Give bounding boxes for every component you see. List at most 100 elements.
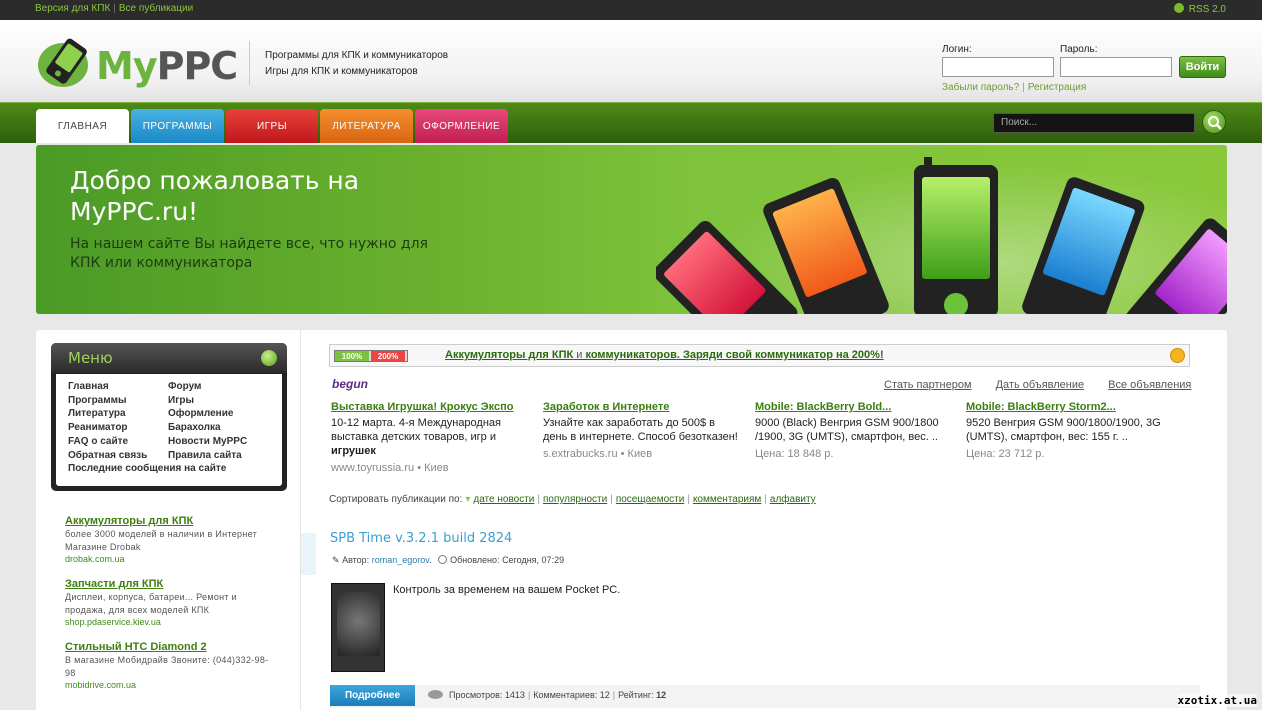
tagline-line-2: Игры для КПК и коммуникаторов <box>265 66 418 77</box>
site-logo[interactable]: MyPPC <box>36 34 238 92</box>
sort-by-comments[interactable]: комментариям <box>693 494 761 505</box>
begun-ads: Выставка Игрушка! Крокус Экспо 10-12 мар… <box>331 401 1191 481</box>
battery-icon: 100% 200% <box>334 350 408 362</box>
rating-value: 12 <box>656 690 667 700</box>
sidebar-ad-title[interactable]: Аккумуляторы для КПК <box>65 515 275 527</box>
login-button[interactable]: Войти <box>1179 56 1226 78</box>
tab-games[interactable]: ИГРЫ <box>226 109 318 143</box>
tab-literature[interactable]: ЛИТЕРАТУРА <box>320 109 413 143</box>
register-link[interactable]: Регистрация <box>1028 82 1086 93</box>
menu-item-last-messages[interactable]: Последние сообщения на сайте <box>68 462 226 476</box>
top-ad-banner[interactable]: 100% 200% Аккумуляторы для КПК и коммуник… <box>329 344 1190 367</box>
pencil-icon: ✎ <box>332 555 340 565</box>
post-thumbnail[interactable] <box>331 583 385 672</box>
begun-ad-title[interactable]: Выставка Игрушка! Крокус Экспо <box>331 401 527 413</box>
sidebar-ad-desc: более 3000 моделей в наличии в Интернет … <box>65 529 258 552</box>
post-footer: Подробнее Просмотров: 1413 | Комментариев:… <box>330 685 1200 708</box>
rss-icon <box>1173 3 1184 13</box>
tagline: Программы для КПК и коммуникаторов Игры … <box>265 48 448 80</box>
all-publications-link[interactable]: Все публикации <box>119 3 193 14</box>
author-label: Автор: <box>342 555 370 565</box>
sidebar-ad-title[interactable]: Запчасти для КПК <box>65 578 275 590</box>
banner-subtitle: На нашем сайте Вы найдете все, что нужно… <box>70 236 428 271</box>
password-input[interactable] <box>1060 57 1172 77</box>
clock-icon <box>438 555 448 564</box>
sort-arrow-icon: ▾ <box>465 494 471 505</box>
sidebar-ad-title[interactable]: Стильный HTC Diamond 2 <box>65 641 275 653</box>
menu-item-news[interactable]: Новости MyPPC <box>168 435 247 449</box>
ad-banner-text[interactable]: Аккумуляторы для КПК и коммуникаторов. З… <box>445 349 884 361</box>
comments-count: 12 <box>599 690 610 700</box>
begun-ad-url[interactable]: s.extrabucks.ru • Киев <box>543 448 739 460</box>
sidebar-ad-desc: Дисплеи, корпуса, батареи... Ремонт и пр… <box>65 592 237 615</box>
search-input[interactable]: Поиск... <box>993 113 1195 133</box>
header: MyPPC Программы для КПК и коммуникаторов… <box>0 20 1262 102</box>
watermark: xzotix.at.ua <box>1177 694 1257 707</box>
tagline-line-1: Программы для КПК и коммуникаторов <box>265 50 449 61</box>
post-ad-link[interactable]: Дать объявление <box>996 379 1085 391</box>
sidebar-ads: Аккумуляторы для КПК более 3000 моделей … <box>65 515 275 704</box>
begun-ad-title[interactable]: Заработок в Интернете <box>543 401 739 413</box>
post-marker <box>301 533 316 575</box>
become-partner-link[interactable]: Стать партнером <box>884 379 972 391</box>
begun-ad-title[interactable]: Mobile: BlackBerry Storm2... <box>966 401 1162 413</box>
comments-icon <box>428 690 443 699</box>
sort-by-visits[interactable]: посещаемости <box>616 494 685 505</box>
begun-ad-url[interactable]: www.toyrussia.ru • Киев <box>331 462 527 474</box>
logo-divider <box>249 41 250 85</box>
sidebar-ad-url[interactable]: mobidrive.com.ua <box>65 680 275 690</box>
begun-ad-desc: 9000 (Black) Венгрия GSM 900/1800 /1900,… <box>755 417 939 443</box>
sidebar-ad-desc: В магазине Мобидрайв Звоните: (044)332-9… <box>65 655 269 678</box>
phone-logo-icon <box>38 38 88 87</box>
colorful-phones-image <box>656 157 1227 314</box>
rss-link[interactable]: RSS 2.0 <box>1173 3 1226 15</box>
search-button[interactable] <box>1202 110 1226 134</box>
begun-ad-title[interactable]: Mobile: BlackBerry Bold... <box>755 401 951 413</box>
main-content: Меню Главная Программы Литература Реаним… <box>36 330 1227 710</box>
begun-ad: Mobile: BlackBerry Storm2... 9520 Венгри… <box>966 401 1162 460</box>
power-icon <box>1170 348 1185 363</box>
sidebar-ad-url[interactable]: shop.pdaservice.kiev.ua <box>65 617 275 627</box>
sidebar-ad: Аккумуляторы для КПК более 3000 моделей … <box>65 515 275 564</box>
begun-ad: Выставка Игрушка! Крокус Экспо 10-12 мар… <box>331 401 527 474</box>
tab-home[interactable]: ГЛАВНАЯ <box>36 109 129 143</box>
begun-links: Стать партнером Дать объявление Все объя… <box>863 379 1191 391</box>
search-icon <box>1208 116 1222 130</box>
sort-by-date[interactable]: дате новости <box>473 494 534 505</box>
tab-programs[interactable]: ПРОГРАММЫ <box>131 109 224 143</box>
top-bar: Версия для КПК | Все публикации RSS 2.0 <box>0 0 1262 20</box>
sort-by-popularity[interactable]: популярности <box>543 494 607 505</box>
menu-item-forum[interactable]: Форум <box>168 380 247 394</box>
begun-ad-price: Цена: 23 712 р. <box>966 448 1045 460</box>
menu-item-design[interactable]: Оформление <box>168 407 247 421</box>
sidebar-ad: Стильный HTC Diamond 2 В магазине Мобидр… <box>65 641 275 690</box>
all-ads-link[interactable]: Все объявления <box>1108 379 1191 391</box>
pda-version-link[interactable]: Версия для КПК <box>35 3 110 14</box>
login-input[interactable] <box>942 57 1054 77</box>
menu-item-rules[interactable]: Правила сайта <box>168 449 247 463</box>
updated-label: Обновлено: <box>450 555 500 565</box>
menu-title: Меню <box>68 349 113 367</box>
logo-text: MyPPC <box>96 44 238 88</box>
login-links: Забыли пароль? | Регистрация <box>942 82 1087 93</box>
read-more-button[interactable]: Подробнее <box>330 685 415 706</box>
sort-by-alphabet[interactable]: алфавиту <box>770 494 816 505</box>
menu-item-games[interactable]: Игры <box>168 394 247 408</box>
sidebar-ad-url[interactable]: drobak.com.ua <box>65 554 275 564</box>
forgot-password-link[interactable]: Забыли пароль? <box>942 82 1019 93</box>
top-links: Версия для КПК | Все публикации <box>35 3 194 14</box>
begun-ad-desc: Узнайте как заработать до 500$ в день в … <box>543 417 738 443</box>
post-description: Контроль за временем на вашем Pocket PC. <box>393 584 621 596</box>
begun-logo[interactable]: begun <box>332 377 368 391</box>
tab-design[interactable]: ОФОРМЛЕНИЕ <box>415 109 508 143</box>
menu-list: Главная Программы Литература Реаниматор … <box>56 374 282 486</box>
sort-bar: Сортировать публикации по: ▾ дате новости |… <box>329 494 816 505</box>
menu-item-flea-market[interactable]: Барахолка <box>168 421 247 435</box>
post-title[interactable]: SPB Time v.3.2.1 build 2824 <box>330 531 512 546</box>
post-author[interactable]: roman_egorov <box>372 555 429 565</box>
begun-ad-desc: 10-12 марта. 4-я Международная выставка … <box>331 417 501 457</box>
menu-box: Меню Главная Программы Литература Реаним… <box>51 343 287 491</box>
login-label: Логин: <box>942 44 972 55</box>
post-stats: Просмотров: 1413 | Комментариев: 12 | Рейтин… <box>428 690 666 700</box>
begun-ad-price: Цена: 18 848 р. <box>755 448 834 460</box>
